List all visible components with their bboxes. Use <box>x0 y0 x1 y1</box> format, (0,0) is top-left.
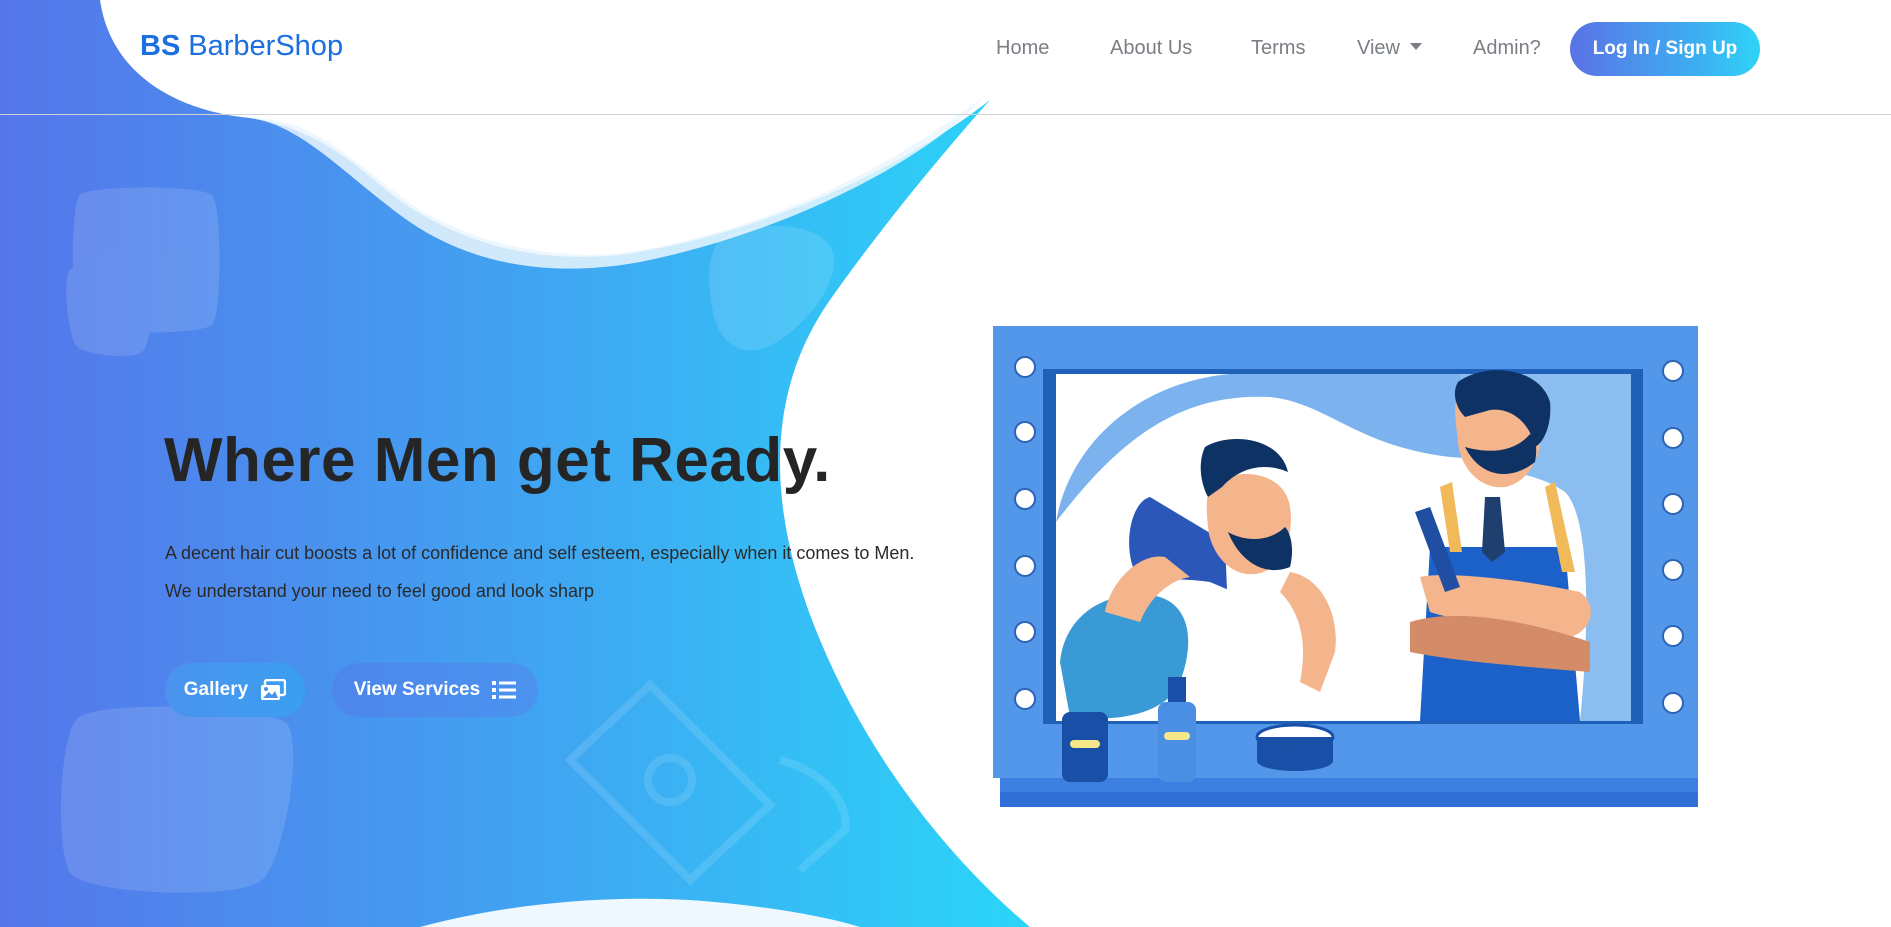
nav-view-dropdown[interactable]: View <box>1357 36 1422 60</box>
hero-description: A decent hair cut boosts a lot of confid… <box>165 543 915 601</box>
nav-admin[interactable]: Admin? <box>1473 36 1541 60</box>
gallery-button[interactable]: Gallery <box>165 663 305 717</box>
login-signup-button[interactable]: Log In / Sign Up <box>1570 22 1760 76</box>
nav-about[interactable]: About Us <box>1110 36 1192 60</box>
hero-title: Where Men get Ready. <box>164 426 831 495</box>
view-services-button-label: View Services <box>353 679 481 700</box>
navbar: BS BarberShop Home About Us Terms View Ad… <box>0 0 1891 115</box>
gallery-button-label: Gallery <box>183 679 249 700</box>
list-icon <box>492 680 517 700</box>
nav-home[interactable]: Home <box>996 36 1049 60</box>
nav-view-label: View <box>1357 37 1400 59</box>
caret-down-icon <box>1410 43 1422 51</box>
view-services-button[interactable]: View Services <box>332 663 538 717</box>
images-icon <box>260 679 287 701</box>
nav-terms[interactable]: Terms <box>1251 36 1305 60</box>
barber-illustration <box>993 326 1698 807</box>
